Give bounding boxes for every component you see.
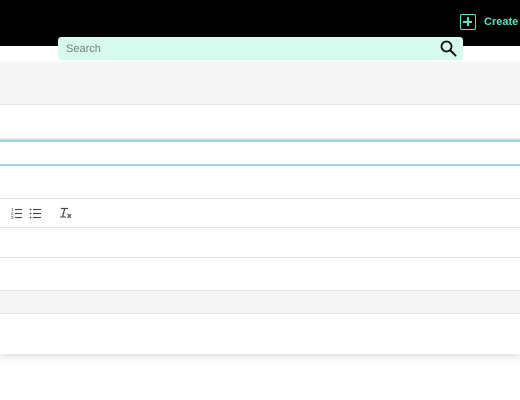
form-field[interactable] <box>0 228 520 258</box>
search-input[interactable] <box>58 37 428 60</box>
create-button[interactable]: Create <box>460 11 518 33</box>
editor-toolbar: 1 2 3 <box>0 199 520 228</box>
focused-form-field[interactable] <box>0 140 520 166</box>
form-field[interactable] <box>0 314 520 354</box>
search-icon[interactable] <box>440 40 457 57</box>
svg-text:3: 3 <box>11 215 14 220</box>
search-bar <box>58 37 463 60</box>
form-field[interactable] <box>0 258 520 291</box>
bullet-list-icon[interactable] <box>28 205 44 221</box>
form-field[interactable] <box>0 105 520 140</box>
form-section-header <box>0 291 520 314</box>
create-button-label: Create <box>484 16 519 28</box>
clear-formatting-icon[interactable] <box>58 205 74 221</box>
form-panel: 1 2 3 <box>0 62 520 354</box>
form-field[interactable] <box>0 166 520 199</box>
form-section-header <box>0 62 520 105</box>
plus-square-icon <box>460 14 476 30</box>
ordered-list-icon[interactable]: 1 2 3 <box>10 205 26 221</box>
